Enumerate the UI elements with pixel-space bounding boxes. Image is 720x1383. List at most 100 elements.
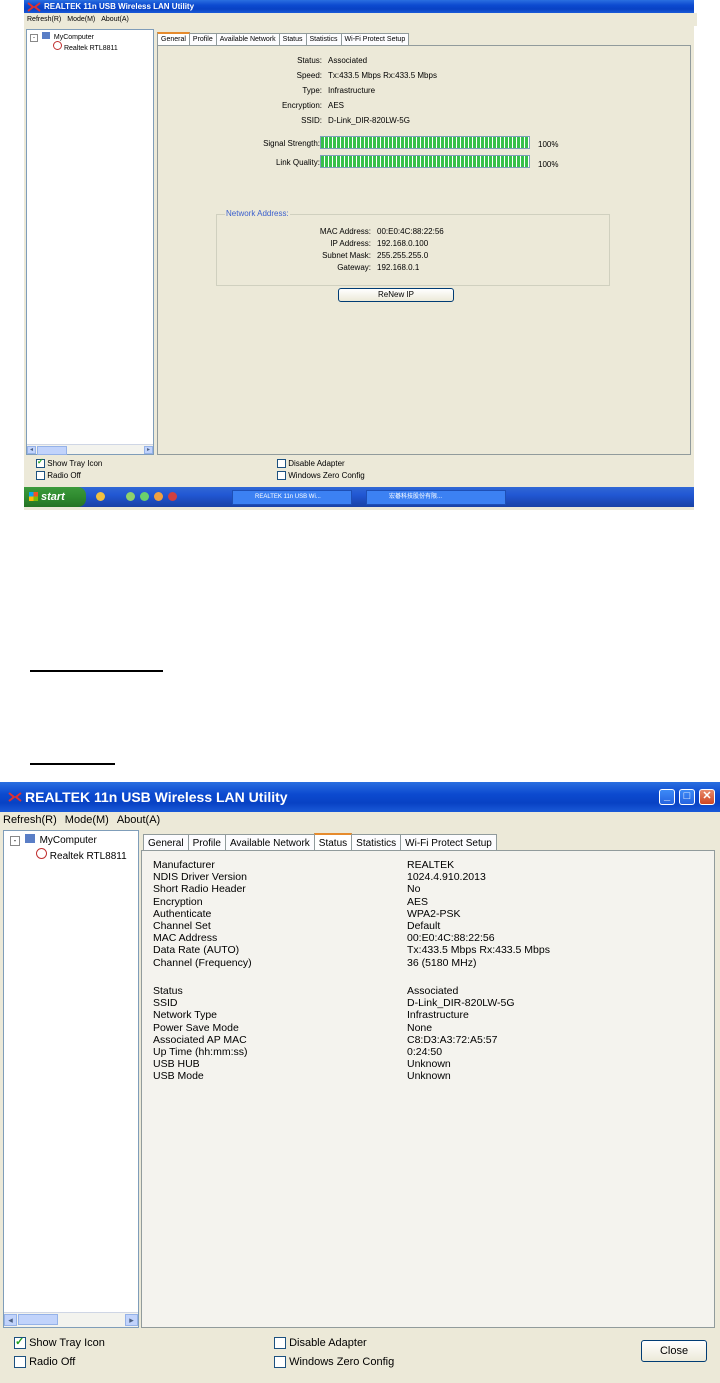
show-tray-icon-option[interactable]: Show Tray Icon (14, 1335, 105, 1350)
status-values-group2: Associated D-Link_DIR-820LW-5G Infrastru… (407, 985, 515, 1083)
start-button[interactable]: start (24, 487, 86, 507)
taskbar-item-realtek[interactable]: REALTEK 11n USB Wi... (232, 490, 352, 505)
tab-statistics[interactable]: Statistics (351, 834, 402, 851)
show-tray-icon-checkbox[interactable] (14, 1335, 26, 1350)
show-tray-icon-checkbox[interactable] (36, 457, 45, 469)
gateway-value: 192.168.0.1 (377, 263, 420, 272)
tab-available-network[interactable]: Available Network (224, 834, 315, 851)
encryption-label: Encryption: (281, 101, 322, 110)
maximize-button[interactable]: □ (679, 789, 695, 805)
scroll-thumb[interactable] (18, 1314, 58, 1325)
quick-launch-icon[interactable] (168, 492, 177, 501)
status-label: Status (153, 985, 183, 997)
manufacturer-value: REALTEK (407, 859, 455, 871)
options-bar: Show Tray Icon Radio Off Disable Adapter… (24, 457, 694, 487)
section-heading-rule (30, 670, 163, 672)
device-tree[interactable]: - MyComputer Realtek RTL8811 ◂ ▸ (3, 830, 139, 1328)
tree-horizontal-scrollbar[interactable]: ◂ ▸ (27, 444, 153, 455)
tab-wifi-protect-setup[interactable]: Wi-Fi Protect Setup (400, 834, 497, 851)
menu-refresh[interactable]: Refresh(R) (3, 812, 57, 828)
window-title: REALTEK 11n USB Wireless LAN Utility (44, 2, 195, 11)
link-quality-percent: 100% (538, 160, 559, 169)
quick-launch-icon[interactable] (126, 492, 135, 501)
tab-strip: General Profile Available Network Status Sta… (157, 32, 410, 46)
network-address-group: Network Address: MAC Address: 00:E0:4C:8… (216, 209, 610, 286)
options-bar: Show Tray Icon Radio Off Disable Adapter… (0, 1330, 720, 1380)
tab-profile[interactable]: Profile (187, 834, 226, 851)
quick-launch-icon[interactable] (96, 492, 105, 501)
radio-off-option[interactable]: Radio Off (36, 471, 81, 481)
status-tab-screenshot: REALTEK 11n USB Wireless LAN Utility _ □… (0, 782, 720, 1383)
disable-adapter-checkbox[interactable] (274, 1337, 286, 1350)
menu-mode[interactable]: Mode(M) (65, 812, 109, 828)
signal-strength-percent: 100% (538, 140, 559, 149)
taskbar: start REALTEK 11n USB Wi... 宏碁科技股份有限... (24, 487, 694, 507)
tree-child[interactable]: Realtek RTL8811 (53, 41, 118, 52)
quick-launch-icon[interactable] (154, 492, 163, 501)
radio-off-label: Radio Off (29, 1356, 76, 1368)
tab-status[interactable]: Status (313, 833, 353, 850)
radio-off-label: Radio Off (47, 471, 81, 480)
ip-label: IP Address: (330, 239, 371, 248)
power-save-mode-value: None (407, 1021, 433, 1034)
type-label: Type: (302, 86, 322, 95)
authenticate-value: WPA2-PSK (407, 907, 461, 920)
radio-off-checkbox[interactable] (14, 1356, 26, 1369)
general-info: Status: Associated Speed: Tx:433.5 Mbps … (158, 56, 692, 136)
radio-off-checkbox[interactable] (36, 471, 45, 481)
radio-off-option[interactable]: Radio Off (14, 1356, 76, 1369)
tab-general[interactable]: General (143, 834, 189, 851)
close-window-button[interactable]: ✕ (699, 789, 715, 805)
menu-refresh[interactable]: Refresh(R) (27, 13, 61, 26)
window-title-bar: REALTEK 11n USB Wireless LAN Utility (24, 0, 694, 13)
tab-strip: General Profile Available Network Status Sta… (143, 833, 497, 851)
windows-zero-config-option[interactable]: Windows Zero Config (277, 471, 365, 481)
disable-adapter-checkbox[interactable] (277, 459, 286, 469)
scroll-thumb[interactable] (37, 446, 67, 455)
scroll-left-button[interactable]: ◂ (27, 446, 36, 454)
windows-zero-config-option[interactable]: Windows Zero Config (274, 1356, 394, 1369)
disable-adapter-label: Disable Adapter (288, 459, 345, 468)
encryption-label: Encryption (153, 895, 203, 908)
windows-zero-config-checkbox[interactable] (274, 1356, 286, 1369)
ssid-label: SSID (153, 997, 178, 1010)
window-title: REALTEK 11n USB Wireless LAN Utility (25, 789, 288, 805)
power-save-mode-label: Power Save Mode (153, 1021, 239, 1034)
start-label: start (41, 491, 65, 503)
tree-root[interactable]: - MyComputer (10, 834, 97, 846)
device-tree[interactable]: - MyComputer Realtek RTL8811 ◂ ▸ (26, 29, 154, 455)
show-tray-icon-option[interactable]: Show Tray Icon (36, 457, 102, 469)
renew-ip-button[interactable]: ReNew IP (338, 288, 454, 302)
window-title-bar: REALTEK 11n USB Wireless LAN Utility _ □… (0, 782, 720, 812)
computer-icon (41, 32, 50, 39)
info-row: Status: Associated (158, 56, 692, 71)
ssid-value: D-Link_DIR-820LW-5G (328, 116, 410, 125)
scroll-left-button[interactable]: ◂ (4, 1314, 17, 1326)
menu-about[interactable]: About(A) (117, 812, 160, 828)
signal-strength-bar (320, 136, 530, 149)
scroll-right-button[interactable]: ▸ (125, 1314, 138, 1326)
general-tab-screenshot: REALTEK 11n USB Wireless LAN Utility Ref… (24, 0, 697, 510)
minimize-button[interactable]: _ (659, 789, 675, 805)
tree-horizontal-scrollbar[interactable]: ◂ ▸ (4, 1312, 138, 1327)
menu-mode[interactable]: Mode(M) (67, 13, 95, 26)
windows-zero-config-checkbox[interactable] (277, 471, 286, 481)
tree-child[interactable]: Realtek RTL8811 (36, 848, 127, 862)
collapse-icon[interactable]: - (10, 836, 20, 846)
quick-launch-icon[interactable] (140, 492, 149, 501)
tree-child-label: Realtek RTL8811 (49, 851, 127, 862)
taskbar-item-browser[interactable]: 宏碁科技股份有限... (366, 490, 506, 505)
short-radio-header-label: Short Radio Header (153, 883, 246, 896)
tab-general[interactable]: General (157, 32, 190, 45)
channel-frequency-label: Channel (Frequency) (153, 956, 252, 969)
adapter-icon (36, 848, 47, 859)
disable-adapter-option[interactable]: Disable Adapter (277, 459, 345, 469)
collapse-icon[interactable]: - (30, 34, 38, 42)
tree-root-label: MyComputer (53, 34, 94, 41)
encryption-value: AES (328, 101, 345, 110)
scroll-right-button[interactable]: ▸ (144, 446, 153, 454)
menu-about[interactable]: About(A) (101, 13, 129, 26)
channel-set-value: Default (407, 920, 441, 933)
disable-adapter-option[interactable]: Disable Adapter (274, 1337, 367, 1350)
close-button[interactable]: Close (641, 1340, 707, 1362)
